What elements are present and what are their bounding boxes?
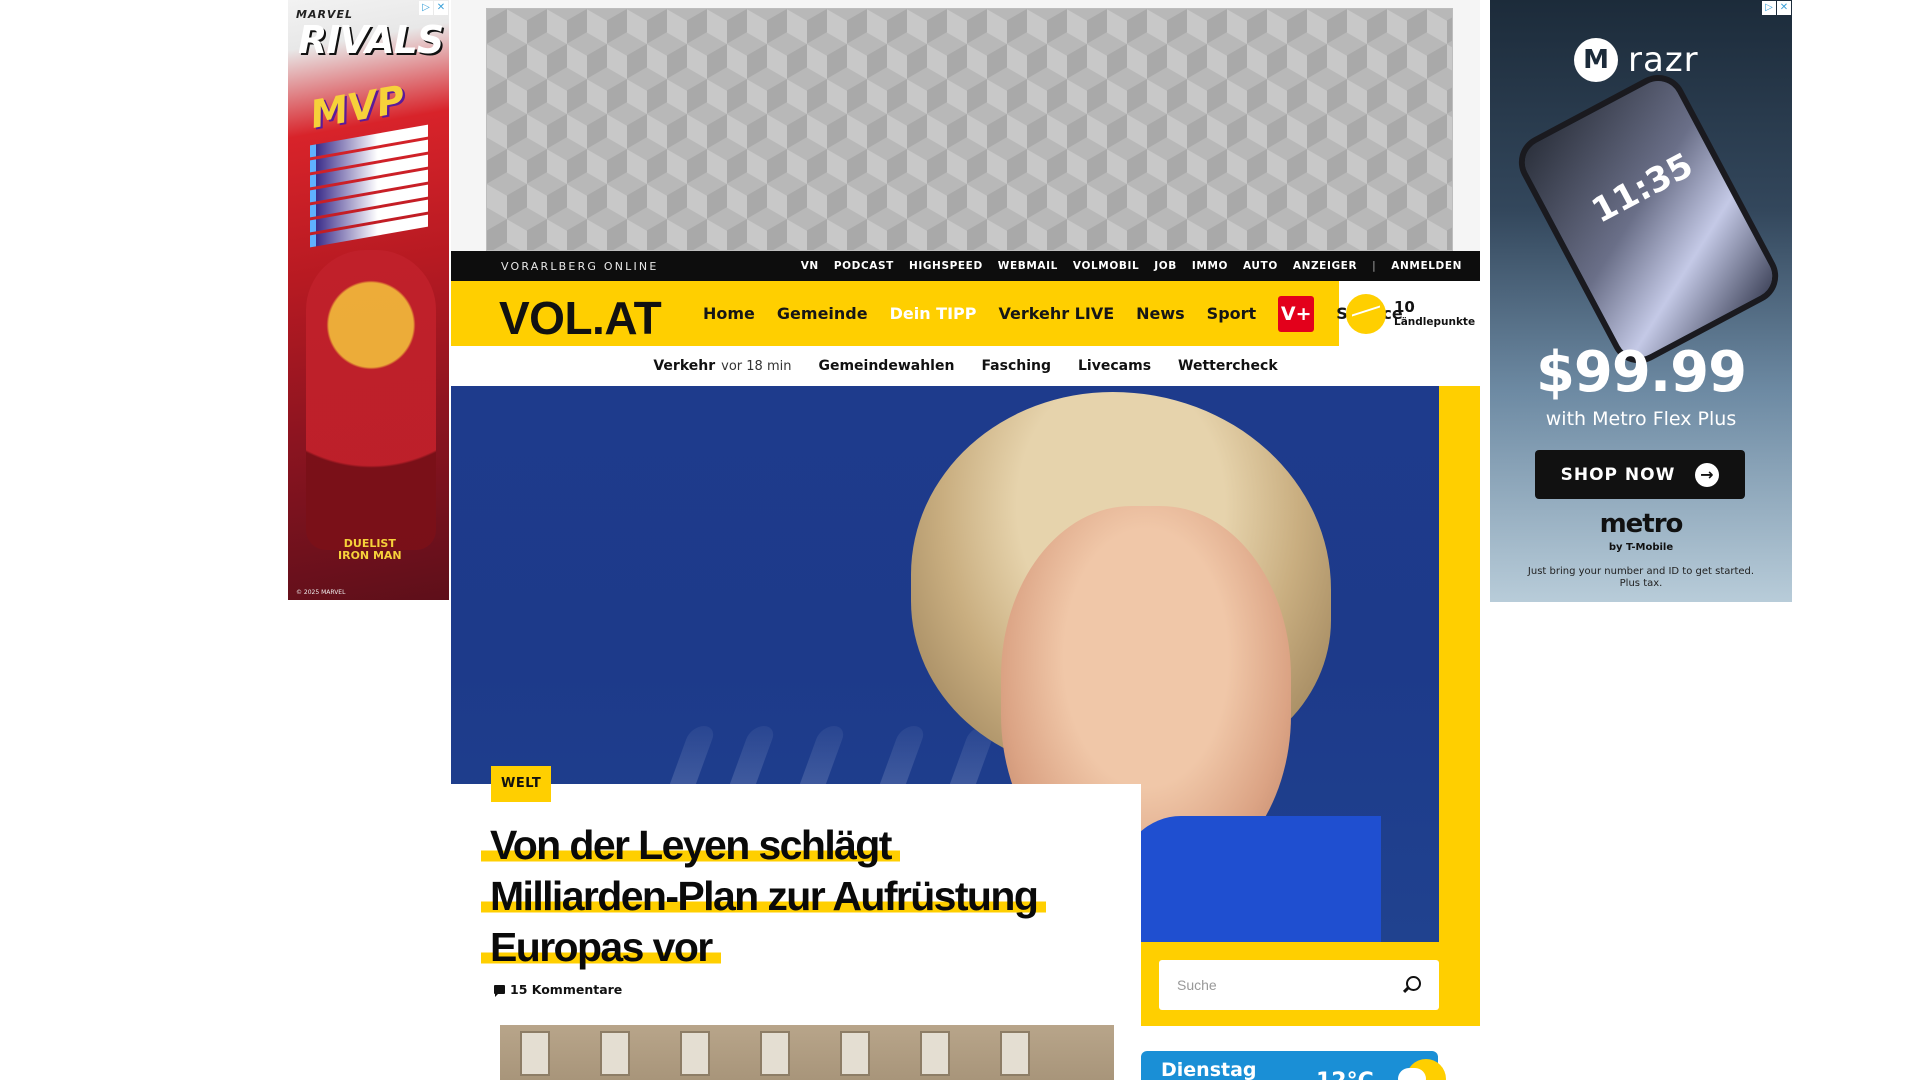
top-link-webmail[interactable]: WEBMAIL [998,260,1058,272]
top-link-vn[interactable]: VN [801,260,819,272]
vplus-button[interactable]: V+ [1278,295,1315,332]
weather-widget[interactable]: Dienstag 12°C [1141,1051,1438,1080]
traffic-time: vor 18 min [721,359,792,374]
ad-scoreboard [310,124,428,248]
shop-now-button[interactable]: SHOP NOW → [1535,450,1745,499]
divider: | [1372,260,1377,272]
top-link-auto[interactable]: AUTO [1243,260,1278,272]
adchoices-icon[interactable]: ▷ ✕ [419,1,448,15]
main-nav: VOL.AT Home Gemeinde Dein TIPP Verkehr L… [451,281,1480,346]
comments-link[interactable]: 15 Kommentare [494,982,622,997]
ad-offer: with Metro Flex Plus [1545,408,1737,430]
subnav-item-verkehr[interactable]: Verkehr vor 18 min [653,358,791,374]
top-link-anzeiger[interactable]: ANZEIGER [1293,260,1357,272]
site-name: VORARLBERG ONLINE [501,259,659,273]
nav-item-verkehr-live[interactable]: Verkehr LIVE [999,304,1115,323]
subnav-item-gemeindewahlen[interactable]: Gemeindewahlen [818,358,954,374]
top-link-podcast[interactable]: PODCAST [834,260,894,272]
site-logo[interactable]: VOL.AT [499,291,662,345]
arrow-right-icon: → [1695,462,1720,487]
ad-price: $99.99 [1535,340,1747,405]
top-bar: VORARLBERG ONLINE VN PODCAST HIGHSPEED W… [451,251,1480,281]
ad-brand: M razr [1574,38,1699,82]
search-input[interactable] [1177,977,1403,993]
mountain-sun-icon [1346,293,1386,334]
ad-fine-print: Just bring your number and ID to get sta… [1527,566,1755,589]
search-icon[interactable] [1403,976,1421,994]
main-nav-items: Home Gemeinde Dein TIPP Verkehr LIVE New… [703,281,1403,346]
top-link-highspeed[interactable]: HIGHSPEED [909,260,983,272]
article-thumbnail[interactable] [500,1025,1114,1080]
top-links: VN PODCAST HIGHSPEED WEBMAIL VOLMOBIL JO… [801,260,1462,272]
sub-nav: Verkehr vor 18 min Gemeindewahlen Faschin… [451,346,1480,386]
points-value: 10 [1394,297,1415,316]
weather-cloud-icon [1398,1068,1426,1080]
top-link-immo[interactable]: IMMO [1192,260,1228,272]
subnav-item-fasching[interactable]: Fasching [981,358,1051,374]
weather-day: Dienstag [1161,1059,1257,1080]
nav-item-home[interactable]: Home [703,304,755,323]
subnav-item-livecams[interactable]: Livecams [1078,358,1151,374]
nav-item-news[interactable]: News [1136,304,1185,323]
nav-item-sport[interactable]: Sport [1207,304,1257,323]
article-headline[interactable]: Von der Leyen schlägt Milliarden-Plan zu… [481,820,1131,973]
phone-clock: 11:35 [1585,145,1700,232]
phone-image: 11:35 [1517,73,1780,365]
adchoices-icon[interactable]: ▷ ✕ [1762,1,1791,15]
carrier-logo: metro by T-Mobile [1599,509,1684,553]
search-box [1159,960,1439,1010]
nav-item-dein-tipp[interactable]: Dein TIPP [890,304,977,323]
hero-side-accent [1439,386,1480,1026]
login-link[interactable]: ANMELDEN [1391,260,1462,272]
comments-count: 15 Kommentare [510,982,623,997]
top-banner-placeholder [486,8,1453,251]
comment-icon [494,985,505,997]
ad-badge: MVP [306,77,409,137]
ad-skyscraper-right[interactable]: ▷ ✕ M razr 11:35 $99.99 with Metro Flex P… [1490,0,1792,602]
ad-footer: © 2025 MARVEL [296,589,346,596]
motorola-logo-icon: M [1574,38,1618,82]
points-label: Ländlepunkte [1394,315,1476,328]
ad-duelist: DUELIST IRON MAN [338,537,402,562]
ad-hero-illustration [306,250,436,550]
weather-temp: 12°C [1316,1069,1374,1080]
laendlepunkte-widget[interactable]: 10 Ländlepunkte [1346,281,1475,346]
top-link-volmobil[interactable]: VOLMOBIL [1073,260,1139,272]
category-badge[interactable]: WELT [491,766,552,802]
subnav-item-wettercheck[interactable]: Wettercheck [1178,358,1278,374]
ad-skyscraper-left[interactable]: ▷ ✕ MARVEL RIVALS MVP DUELIST IRON MAN © … [288,0,449,600]
top-link-job[interactable]: JOB [1154,260,1177,272]
nav-item-gemeinde[interactable]: Gemeinde [777,304,868,323]
ad-title: RIVALS [298,18,444,62]
